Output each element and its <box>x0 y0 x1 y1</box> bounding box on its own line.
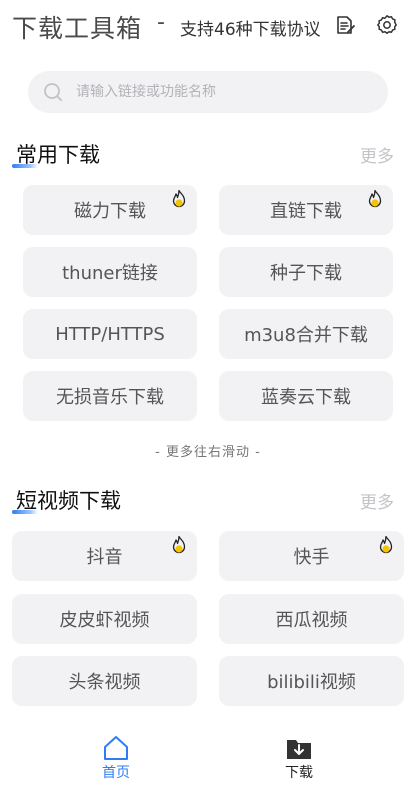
tool-label: 直链下载 <box>270 201 342 222</box>
tool-torrent-download[interactable]: 种子下载 <box>219 247 393 297</box>
tab-label: 下载 <box>285 765 313 781</box>
swipe-hint: - 更多往右滑动 - <box>155 445 261 460</box>
tool-label: 快手 <box>293 547 330 568</box>
gear-icon[interactable] <box>376 14 398 36</box>
tool-lossless-music[interactable]: 无损音乐下载 <box>23 371 197 421</box>
hot-badge-icon <box>169 189 189 211</box>
tool-label: HTTP/HTTPS <box>55 323 165 345</box>
section-title-short-video: 短视频下载 <box>12 485 121 515</box>
tool-lanzou-download[interactable]: 蓝奏云下载 <box>219 371 393 421</box>
tool-kuaishou[interactable]: 快手 <box>219 531 404 581</box>
tool-thunder-link[interactable]: thuner链接 <box>23 247 197 297</box>
search-input[interactable] <box>76 71 376 113</box>
tool-douyin[interactable]: 抖音 <box>12 531 197 581</box>
tool-label: 种子下载 <box>270 263 342 284</box>
tool-direct-link-download[interactable]: 直链下载 <box>219 185 393 235</box>
app-title: 下载工具箱 <box>12 14 143 43</box>
tool-magnet-download[interactable]: 磁力下载 <box>23 185 197 235</box>
app-header: 下载工具箱 - 支持46种下载协议 <box>0 0 416 56</box>
tool-label: 蓝奏云下载 <box>261 387 351 408</box>
search-icon <box>42 81 64 103</box>
tool-label: bilibili视频 <box>267 672 356 693</box>
tool-label: thuner链接 <box>62 263 158 284</box>
section-accent-bar <box>12 510 38 514</box>
tab-download[interactable]: 下载 <box>239 732 359 788</box>
home-icon <box>102 734 130 762</box>
hot-badge-icon <box>169 535 189 557</box>
tool-label: 抖音 <box>86 547 123 568</box>
download-folder-icon <box>285 734 313 762</box>
tool-bilibili-video[interactable]: bilibili视频 <box>219 656 404 706</box>
section-accent-bar <box>12 164 38 168</box>
tool-label: 皮皮虾视频 <box>59 610 150 631</box>
tool-http-https[interactable]: HTTP/HTTPS <box>23 309 197 359</box>
tool-label: m3u8合并下载 <box>244 325 368 346</box>
tool-label: 西瓜视频 <box>275 610 348 631</box>
tool-label: 无损音乐下载 <box>56 387 164 408</box>
section-title-common: 常用下载 <box>12 139 100 169</box>
section-more-common[interactable]: 更多 <box>360 142 394 167</box>
app-subtitle: 支持46种下载协议 <box>180 20 321 40</box>
search-bar[interactable] <box>28 71 388 113</box>
tool-label: 磁力下载 <box>74 201 146 222</box>
notes-icon[interactable] <box>334 14 356 36</box>
tool-label: 头条视频 <box>68 672 141 693</box>
tool-m3u8-merge[interactable]: m3u8合并下载 <box>219 309 393 359</box>
tool-pipixia-video[interactable]: 皮皮虾视频 <box>12 594 197 644</box>
bottom-tab-bar: 首页 下载 <box>0 720 416 796</box>
title-separator: - <box>157 10 165 35</box>
tab-home[interactable]: 首页 <box>56 732 176 788</box>
hot-badge-icon <box>365 189 385 211</box>
hot-badge-icon <box>376 535 396 557</box>
section-more-short-video[interactable]: 更多 <box>360 488 394 513</box>
tool-xigua-video[interactable]: 西瓜视频 <box>219 594 404 644</box>
tab-label: 首页 <box>102 765 130 781</box>
tool-toutiao-video[interactable]: 头条视频 <box>12 656 197 706</box>
